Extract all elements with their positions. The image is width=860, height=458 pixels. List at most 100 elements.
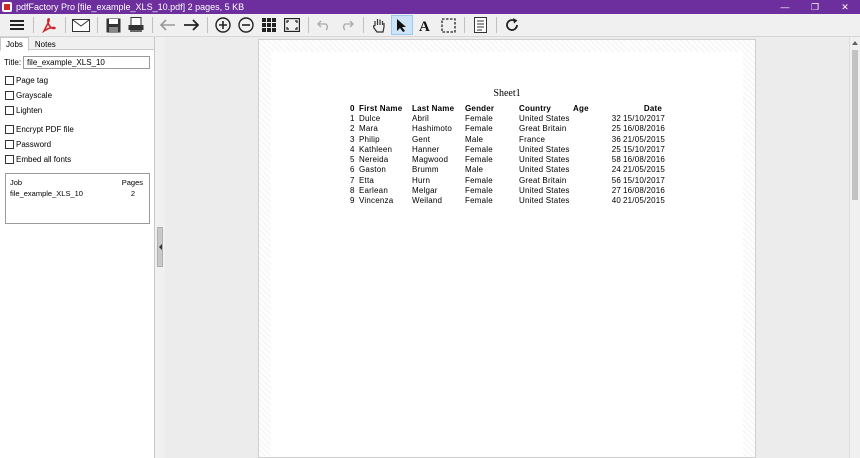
text-tool-icon[interactable]: A <box>414 15 436 35</box>
page-tag-checkbox[interactable]: Page tag <box>5 73 154 88</box>
table-cell: Gent <box>412 134 431 144</box>
table-row: 4 Kathleen Hanner Female United States 25 15/1… <box>350 145 683 155</box>
embed-fonts-checkbox[interactable]: Embed all fonts <box>5 152 154 167</box>
pdf-icon[interactable] <box>38 15 60 35</box>
job-pages: 2 <box>130 189 135 198</box>
toolbar-separator <box>464 17 465 33</box>
checkbox-label: Page tag <box>16 76 49 85</box>
save-icon[interactable] <box>102 15 124 35</box>
jobs-list[interactable]: Job Pages file_example_XLS_10 2 <box>5 173 150 224</box>
table-cell: Magwood <box>412 155 449 165</box>
sheet-table: 0 First Name Last Name Gender Country Ag… <box>350 103 683 207</box>
options-list: Page tag Grayscale Lighten Encrypt PDF f… <box>0 73 154 167</box>
checkbox-box[interactable] <box>5 155 14 164</box>
table-cell: Weiland <box>412 196 443 206</box>
table-cell: 21/05/2015 <box>623 165 666 175</box>
close-button[interactable]: ✕ <box>830 0 860 14</box>
tab-jobs[interactable]: Jobs <box>0 37 29 51</box>
print-icon[interactable] <box>125 15 147 35</box>
list-item[interactable]: file_example_XLS_10 2 <box>6 187 149 198</box>
select-arrow-icon[interactable] <box>391 15 413 35</box>
checkbox-label: Grayscale <box>16 91 53 100</box>
document-viewer[interactable]: Sheet1 0 First Name Last Name Gender Cou… <box>165 37 849 458</box>
column-header: Country <box>519 104 552 113</box>
table-header-row: 0 First Name Last Name Gender Country Ag… <box>350 103 683 114</box>
table-cell: 4 <box>350 144 355 154</box>
table-cell: Female <box>465 155 493 165</box>
menu-icon[interactable] <box>6 15 28 35</box>
table-cell: United States <box>519 144 570 154</box>
hand-tool-icon[interactable] <box>368 15 390 35</box>
table-cell: Female <box>465 144 493 154</box>
panel-splitter[interactable] <box>155 37 165 458</box>
checkbox-label: Encrypt PDF file <box>16 125 74 134</box>
undo-icon[interactable] <box>313 15 335 35</box>
table-cell: Gaston <box>359 165 386 175</box>
job-column-header[interactable]: Job <box>10 178 22 187</box>
checkbox-box[interactable] <box>5 125 14 134</box>
fit-page-icon[interactable] <box>281 15 303 35</box>
back-arrow-icon[interactable] <box>157 15 179 35</box>
title-bar: pdfFactory Pro [file_example_XLS_10.pdf]… <box>0 0 860 14</box>
table-cell: 15/10/2017 <box>623 114 666 123</box>
toolbar-separator <box>65 17 66 33</box>
table-cell: Female <box>465 124 493 134</box>
table-cell: United States <box>519 165 570 175</box>
zoom-out-icon[interactable] <box>235 15 257 35</box>
title-label: Title: <box>4 57 22 67</box>
minimize-button[interactable]: — <box>770 0 800 14</box>
table-cell: 27 <box>611 186 621 196</box>
checkbox-box[interactable] <box>5 91 14 100</box>
checkbox-box[interactable] <box>5 76 14 85</box>
vertical-scrollbar[interactable] <box>849 37 860 458</box>
toolbar-separator <box>496 17 497 33</box>
table-cell: Male <box>465 134 484 144</box>
column-header: Date <box>643 104 663 113</box>
table-cell: United States <box>519 196 570 206</box>
left-panel: Jobs Notes Title: file_example_XLS_10 Pa… <box>0 37 155 458</box>
table-cell: 25 <box>611 124 621 134</box>
table-cell: Earlean <box>359 186 388 196</box>
title-row: Title: file_example_XLS_10 <box>4 55 150 69</box>
table-cell: Female <box>465 175 493 185</box>
checkbox-box[interactable] <box>5 140 14 149</box>
table-cell: Female <box>465 114 493 123</box>
lighten-checkbox[interactable]: Lighten <box>5 103 154 118</box>
table-cell: 56 <box>611 175 621 185</box>
checkbox-label: Embed all fonts <box>16 155 72 164</box>
jobs-header: Job Pages <box>6 174 149 187</box>
table-cell: 15/10/2017 <box>623 175 666 185</box>
app-icon <box>2 2 12 12</box>
table-body: 1 Dulce Abril Female United States 32 15/10/20… <box>350 114 683 207</box>
table-cell: 58 <box>611 155 621 165</box>
table-cell: 36 <box>611 134 621 144</box>
tab-notes[interactable]: Notes <box>29 37 62 49</box>
grayscale-checkbox[interactable]: Grayscale <box>5 88 154 103</box>
zoom-in-icon[interactable] <box>212 15 234 35</box>
password-checkbox[interactable]: Password <box>5 137 154 152</box>
refresh-icon[interactable] <box>501 15 523 35</box>
page-content: Sheet1 0 First Name Last Name Gender Cou… <box>271 52 743 457</box>
table-cell: Philip <box>359 134 380 144</box>
window-controls: — ❐ ✕ <box>770 0 860 14</box>
marquee-select-icon[interactable] <box>437 15 459 35</box>
table-cell: Hurn <box>412 175 431 185</box>
redo-icon[interactable] <box>336 15 358 35</box>
restore-button[interactable]: ❐ <box>800 0 830 14</box>
table-row: 6 Gaston Brumm Male United States 24 21/05/201… <box>350 165 683 175</box>
table-cell: 8 <box>350 186 355 196</box>
encrypt-pdf-checkbox[interactable]: Encrypt PDF file <box>5 122 154 137</box>
email-icon[interactable] <box>70 15 92 35</box>
title-input[interactable]: file_example_XLS_10 <box>23 55 150 69</box>
thumbnails-icon[interactable] <box>258 15 280 35</box>
pages-column-header[interactable]: Pages <box>122 178 143 187</box>
scroll-up-icon[interactable] <box>852 41 858 45</box>
forward-arrow-icon[interactable] <box>180 15 202 35</box>
svg-text:A: A <box>419 19 430 32</box>
page-settings-icon[interactable] <box>469 15 491 35</box>
table-cell: 16/08/2016 <box>623 186 666 196</box>
checkbox-box[interactable] <box>5 106 14 115</box>
collapse-panel-handle[interactable] <box>157 227 163 267</box>
table-row: 2 Mara Hashimoto Female Great Britain 25 16/08… <box>350 124 683 134</box>
scroll-thumb[interactable] <box>852 50 858 200</box>
